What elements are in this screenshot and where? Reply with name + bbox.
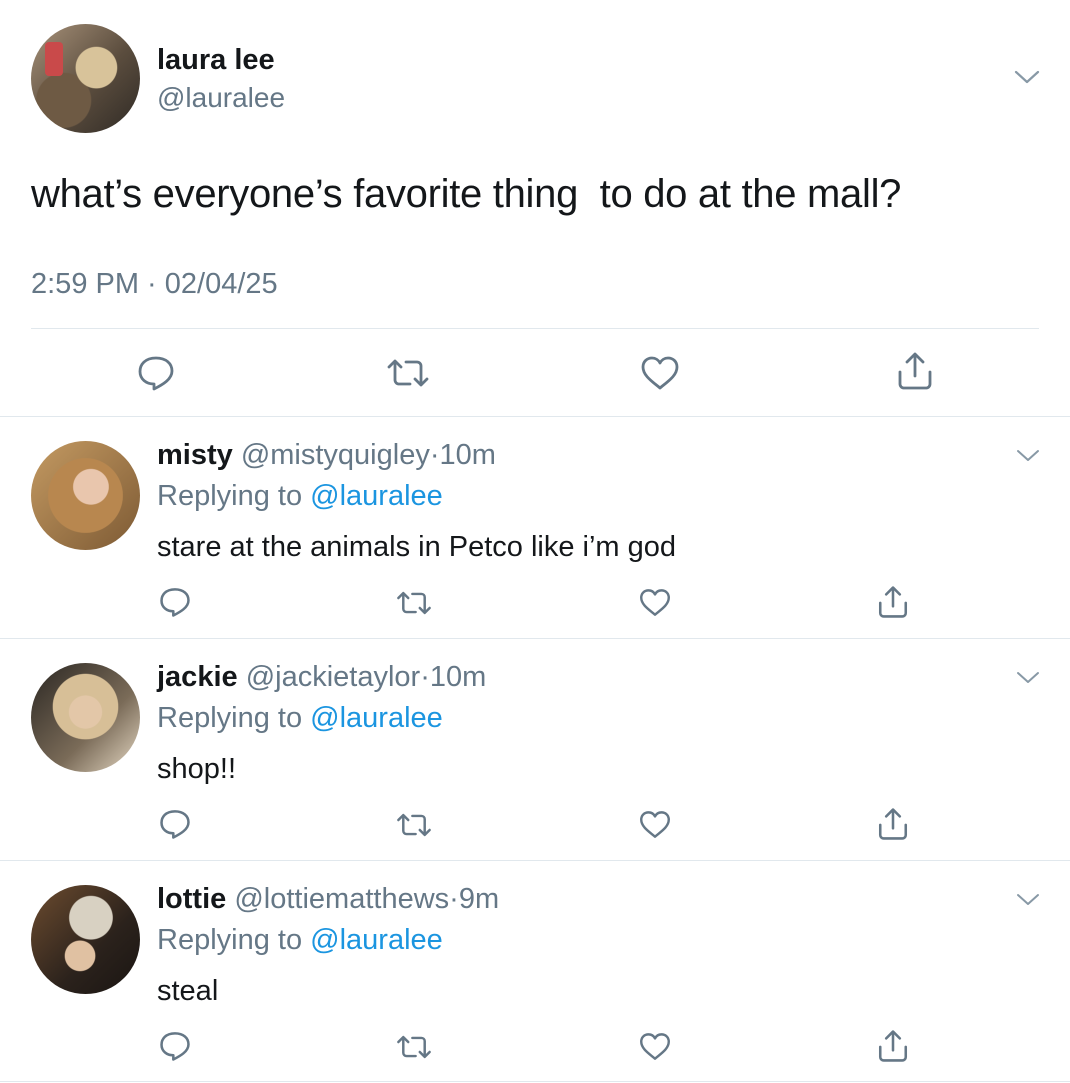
retweet-icon[interactable] <box>385 356 431 390</box>
comment-icon[interactable] <box>158 1030 192 1062</box>
avatar[interactable] <box>31 885 140 994</box>
author-handle[interactable]: @jackietaylor <box>246 661 421 693</box>
reply-text: shop!! <box>157 753 236 785</box>
replying-to: Replying to @lauralee <box>157 702 443 735</box>
share-icon[interactable] <box>876 584 910 620</box>
author-handle[interactable]: @lauralee <box>157 82 285 114</box>
author-name[interactable]: jackie <box>157 661 238 693</box>
reply-header: lottie @lottiematthews·9m <box>157 883 499 916</box>
author-name[interactable]: laura lee <box>157 44 275 77</box>
divider <box>0 1081 1070 1082</box>
heart-icon[interactable] <box>638 809 672 840</box>
heart-icon[interactable] <box>639 354 681 392</box>
replying-label: Replying to <box>157 702 303 734</box>
reply-text: steal <box>157 975 219 1007</box>
replying-to: Replying to @lauralee <box>157 480 443 513</box>
share-icon[interactable] <box>876 1028 910 1064</box>
avatar[interactable] <box>31 663 140 772</box>
avatar[interactable] <box>31 441 140 550</box>
author-handle[interactable]: @lottiematthews <box>234 883 449 915</box>
tweet-timestamp: 2:59 PM · 02/04/25 <box>31 268 278 300</box>
chevron-down-icon[interactable] <box>1014 68 1040 86</box>
reply-tweet[interactable]: jackie @jackietaylor·10m Replying to @la… <box>0 639 1070 861</box>
author-handle[interactable]: @mistyquigley <box>241 439 430 471</box>
divider <box>31 328 1039 329</box>
replying-label: Replying to <box>157 924 303 956</box>
replying-to: Replying to @lauralee <box>157 924 443 957</box>
reply-time: 10m <box>439 439 496 471</box>
author-name[interactable]: lottie <box>157 883 226 915</box>
reply-header: jackie @jackietaylor·10m <box>157 661 486 694</box>
heart-icon[interactable] <box>638 1031 672 1062</box>
comment-icon[interactable] <box>136 354 176 392</box>
share-icon[interactable] <box>876 806 910 842</box>
reply-tweet[interactable]: lottie @lottiematthews·9m Replying to @l… <box>0 861 1070 1083</box>
mention-link[interactable]: @lauralee <box>310 924 443 956</box>
reply-text: stare at the animals in Petco like i’m g… <box>157 531 677 563</box>
mention-link[interactable]: @lauralee <box>310 702 443 734</box>
reply-time: 10m <box>429 661 487 693</box>
chevron-down-icon[interactable] <box>1016 892 1040 908</box>
replying-label: Replying to <box>157 480 303 512</box>
avatar[interactable] <box>31 24 140 133</box>
mention-link[interactable]: @lauralee <box>310 480 443 512</box>
chevron-down-icon[interactable] <box>1016 448 1040 464</box>
author-name[interactable]: misty <box>157 439 233 471</box>
retweet-icon[interactable] <box>395 589 433 617</box>
separator-dot: · <box>429 439 440 471</box>
share-icon[interactable] <box>895 350 935 392</box>
separator-dot: · <box>420 661 430 693</box>
retweet-icon[interactable] <box>395 811 433 839</box>
chevron-down-icon[interactable] <box>1016 670 1040 686</box>
heart-icon[interactable] <box>638 587 672 618</box>
separator-dot: · <box>449 883 459 915</box>
tweet-text: what’s everyone’s favorite thing to do a… <box>31 172 902 216</box>
reply-header: misty @mistyquigley·10m <box>157 439 496 472</box>
comment-icon[interactable] <box>158 586 192 618</box>
retweet-icon[interactable] <box>395 1033 433 1061</box>
reply-time: 9m <box>458 883 500 915</box>
comment-icon[interactable] <box>158 808 192 840</box>
reply-tweet[interactable]: misty @mistyquigley·10m Replying to @lau… <box>0 417 1070 639</box>
